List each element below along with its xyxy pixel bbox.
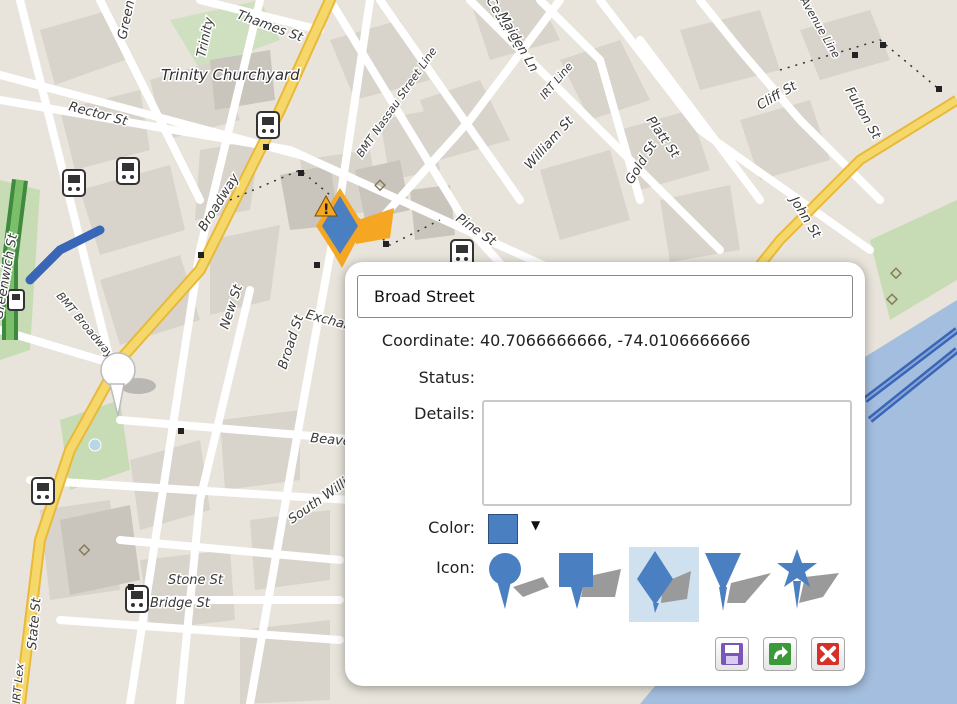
- bus-transit-icon: [116, 157, 140, 185]
- bus-transit-icon: [256, 111, 280, 139]
- refresh-button[interactable]: [763, 637, 797, 671]
- coordinate-value: 40.7066666666, -74.0106666666: [480, 331, 751, 350]
- status-label: Status:: [418, 368, 475, 387]
- save-icon: [721, 643, 743, 665]
- pin-square-icon[interactable]: [555, 547, 625, 622]
- label-bridge: Bridge St: [150, 596, 211, 611]
- delete-icon: [817, 643, 839, 665]
- chevron-down-icon[interactable]: ▼: [531, 518, 540, 532]
- color-label: Color:: [428, 518, 475, 537]
- label-trinity-churchyard: Trinity Churchyard: [161, 66, 300, 84]
- label-stone: Stone St: [168, 573, 224, 588]
- coordinate-label: Coordinate:: [381, 331, 475, 350]
- pin-star-icon[interactable]: [773, 547, 843, 622]
- pin-diamond-icon[interactable]: [629, 547, 699, 622]
- pin-circle-icon[interactable]: [483, 547, 553, 622]
- refresh-icon: [769, 643, 791, 665]
- details-textarea[interactable]: [482, 400, 852, 506]
- map-canvas[interactable]: Greenwich St Trinity Thames St Trinity C…: [0, 0, 957, 704]
- marker-editor-popup: Coordinate: 40.7066666666, -74.010666666…: [345, 262, 865, 686]
- bus-transit-icon: [31, 477, 55, 505]
- title-input[interactable]: [357, 275, 853, 318]
- color-swatch[interactable]: [488, 514, 518, 544]
- bus-transit-icon: [62, 169, 86, 197]
- delete-button[interactable]: [811, 637, 845, 671]
- pin-triangle-icon[interactable]: [701, 547, 771, 622]
- svg-text:!: !: [323, 202, 329, 218]
- icon-label: Icon:: [436, 558, 475, 577]
- details-label: Details:: [414, 404, 475, 423]
- save-button[interactable]: [715, 637, 749, 671]
